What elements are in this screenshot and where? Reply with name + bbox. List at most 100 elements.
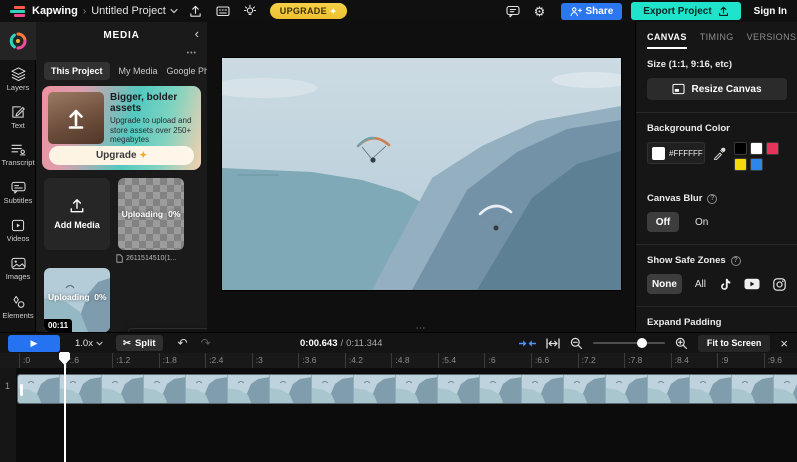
zoom-in-icon[interactable] (675, 337, 688, 350)
expand-timeline-icon[interactable] (546, 337, 560, 349)
timeline-ruler[interactable]: :0:.6:1.2:1.8:2.4:3:3.6:4.2:4.8:5.4:6:6.… (0, 353, 797, 368)
sparkle-icon: ✦ (139, 150, 148, 160)
sidebar-item-label: Text (11, 120, 25, 130)
comments-icon[interactable] (504, 2, 522, 20)
brand-name[interactable]: Kapwing (32, 5, 78, 17)
videos-icon (11, 219, 25, 232)
safe-zone-all-button[interactable]: All (695, 279, 706, 290)
undo-icon[interactable]: ↶ (178, 336, 188, 350)
upload-icon (70, 199, 84, 213)
tab-google-photos[interactable]: Google Photos (167, 66, 207, 76)
color-swatch[interactable] (750, 158, 764, 171)
tab-timing[interactable]: TIMING (700, 32, 734, 49)
color-swatch[interactable] (750, 142, 764, 155)
play-button[interactable]: ▶ (8, 334, 60, 352)
split-layer-tooltip: Split Layer S (128, 328, 207, 332)
media-panel-title: MEDIA (103, 29, 140, 41)
ruler-tick: :6.6 (531, 353, 578, 368)
uploading-video-tile[interactable]: Uploading 0% 00:11 (44, 268, 110, 332)
split-button[interactable]: ✂ Split (115, 335, 163, 351)
close-timeline-icon[interactable]: × (780, 337, 788, 350)
video-clip[interactable] (17, 374, 797, 404)
project-title[interactable]: Untitled Project (91, 5, 166, 17)
upgrade-button[interactable]: UPGRADE ✦ (269, 3, 347, 19)
sidebar-item-transcript[interactable]: Transcript (0, 136, 36, 174)
current-time: 0:00.643 (300, 338, 338, 349)
timeline-zoom-slider[interactable] (592, 337, 665, 349)
sidebar-item-images[interactable]: Images (0, 250, 36, 288)
promo-title: Bigger, bolder assets (110, 92, 178, 114)
scissors-icon: ✂ (122, 337, 131, 349)
sidebar-item-videos[interactable]: Videos (0, 212, 36, 250)
canvas-settings-panel: CANVAS TIMING VERSIONS Size (1:1, 9:16, … (635, 22, 797, 332)
ruler-tick: :.6 (65, 353, 113, 368)
add-media-tile[interactable]: Add Media (44, 178, 110, 250)
sidebar-item-subtitles[interactable]: Subtitles (0, 174, 36, 212)
color-swatch[interactable] (766, 142, 780, 155)
subtitles-icon (10, 181, 26, 194)
preset-swatches (734, 142, 786, 171)
sign-in-link[interactable]: Sign In (754, 6, 787, 17)
collapse-panel-icon[interactable]: ‹ (195, 26, 199, 41)
color-swatch[interactable] (734, 142, 748, 155)
ruler-tick: :1.2 (112, 353, 159, 368)
youtube-icon[interactable] (744, 278, 760, 290)
blur-on-button[interactable]: On (695, 217, 708, 228)
eyedropper-button[interactable] (711, 142, 728, 164)
help-icon[interactable]: ? (707, 193, 718, 204)
color-hex-field[interactable]: #FFFFFF (647, 142, 705, 164)
tab-versions[interactable]: VERSIONS (747, 32, 797, 49)
tab-canvas[interactable]: CANVAS (647, 32, 687, 49)
chevron-down-icon (96, 341, 103, 345)
fit-to-screen-button[interactable]: Fit to Screen (697, 334, 771, 352)
current-color-chip (652, 146, 665, 160)
promo-upgrade-button[interactable]: Upgrade ✦ (49, 146, 194, 165)
color-swatch[interactable] (734, 158, 748, 171)
sidebar-item-elements[interactable]: Elements (0, 288, 36, 326)
ruler-tick: :9.6 (763, 353, 797, 368)
sidebar-item-label: Subtitles (3, 196, 33, 205)
export-project-button[interactable]: Export Project (631, 2, 741, 20)
upgrade-promo-card[interactable]: Bigger, bolder assets Upgrade to upload … (42, 86, 201, 170)
playback-speed-dropdown[interactable]: 1.0x (75, 338, 103, 349)
tab-my-media[interactable]: My Media (119, 66, 158, 76)
merge-clips-icon[interactable] (518, 338, 536, 349)
gear-icon[interactable]: ⚙ (531, 2, 549, 20)
rail-home-logo[interactable] (0, 22, 36, 60)
sidebar-item-label: Images (5, 272, 31, 281)
share-button[interactable]: Share (560, 2, 623, 20)
safe-zones-label: Show Safe Zones ? (636, 245, 797, 266)
safe-zone-none-button[interactable]: None (647, 274, 682, 294)
promo-upgrade-label: Upgrade (95, 150, 137, 161)
clip-trim-handle[interactable] (20, 384, 23, 396)
suggestions-bulb-icon[interactable] (241, 2, 259, 20)
uploading-asset-tile[interactable]: Uploading 0% (118, 178, 184, 250)
instagram-icon[interactable] (773, 277, 786, 291)
blur-off-button[interactable]: Off (647, 212, 679, 232)
color-hex-value: #FFFFFF (669, 148, 703, 158)
sidebar-item-text[interactable]: Text (0, 98, 36, 136)
timeline-zoom-slider-thumb[interactable] (636, 338, 647, 348)
keyboard-shortcuts-icon[interactable] (214, 2, 232, 20)
sidebar-item-layers[interactable]: Layers (0, 60, 36, 98)
uploading-file-name-row: 2611514510(1... (116, 254, 204, 263)
timeline-right-controls: Fit to Screen × (518, 334, 788, 352)
chevron-down-icon[interactable] (170, 8, 178, 14)
tab-this-project[interactable]: This Project (44, 62, 110, 80)
tiktok-icon[interactable] (719, 278, 731, 291)
upload-icon[interactable] (187, 2, 205, 20)
speed-value: 1.0x (75, 337, 93, 349)
resize-canvas-label: Resize Canvas (691, 83, 762, 95)
clip-filmstrip (18, 375, 797, 403)
redo-icon[interactable]: ↷ (201, 336, 211, 350)
help-icon[interactable]: ? (730, 255, 741, 266)
file-icon (116, 254, 123, 263)
media-panel-menu-icon[interactable]: ••• (187, 50, 197, 57)
expand-padding-label: Expand Padding (647, 317, 722, 328)
zoom-slider-track (592, 342, 665, 344)
transcript-icon (10, 144, 26, 156)
resize-canvas-button[interactable]: Resize Canvas (647, 78, 787, 100)
kapwing-logo-icon[interactable] (10, 5, 25, 17)
video-preview[interactable] (221, 57, 622, 291)
zoom-out-icon[interactable] (570, 337, 583, 350)
